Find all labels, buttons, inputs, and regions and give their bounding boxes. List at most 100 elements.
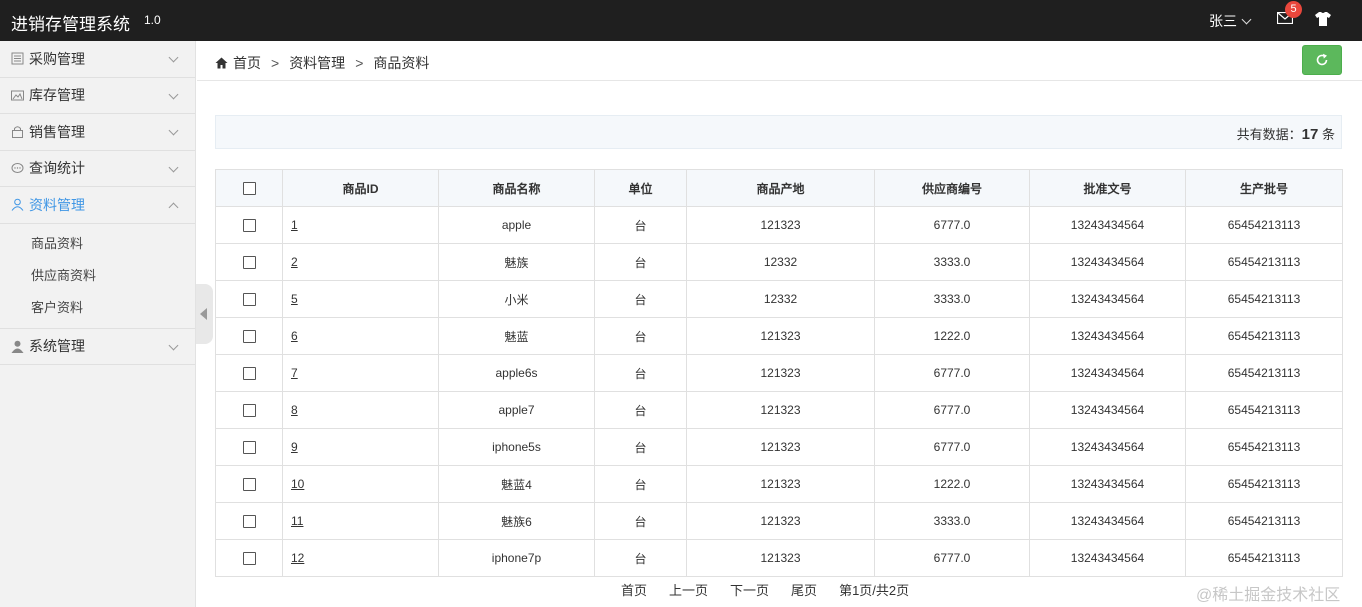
- breadcrumb-separator: >: [355, 55, 364, 71]
- table-cell: 9: [282, 428, 439, 466]
- table-cell: 65454213113: [1185, 317, 1343, 355]
- sidebar-item-system[interactable]: 系统管理: [0, 329, 195, 365]
- refresh-button[interactable]: [1302, 45, 1342, 75]
- sidebar-item-query[interactable]: 查询统计: [0, 151, 195, 187]
- column-header: 商品名称: [438, 169, 595, 207]
- table-cell: 台: [594, 354, 687, 392]
- row-checkbox[interactable]: [242, 478, 256, 492]
- row-select-cell: [215, 391, 283, 429]
- goods-id-link[interactable]: 7: [291, 366, 298, 380]
- summary-count: 17: [1301, 126, 1319, 143]
- table-row: 8 apple7 台 121323 6777.0 13243434564 654542131…: [215, 391, 1343, 429]
- sidebar-subitem-goods[interactable]: 商品资料: [0, 228, 195, 260]
- table-cell: 6777.0: [874, 206, 1030, 244]
- table-row: 9 iphone5s 台 121323 6777.0 13243434564 6545421…: [215, 428, 1343, 466]
- table-cell: apple: [438, 206, 595, 244]
- goods-id-link[interactable]: 2: [291, 255, 298, 269]
- caret-left-icon: [200, 308, 207, 320]
- table-cell: 台: [594, 243, 687, 281]
- table-header-row: 商品ID 商品名称 单位 商品产地 供应商编号 批准文号 生产批号: [215, 169, 1343, 207]
- table-cell: 1222.0: [874, 317, 1030, 355]
- row-checkbox[interactable]: [242, 256, 256, 270]
- sidebar-item-data[interactable]: 资料管理: [0, 187, 195, 224]
- goods-id-link[interactable]: 6: [291, 329, 298, 343]
- table-cell: 65454213113: [1185, 539, 1343, 577]
- goods-id-link[interactable]: 12: [291, 551, 304, 565]
- column-header: 商品产地: [686, 169, 875, 207]
- goods-id-link[interactable]: 8: [291, 403, 298, 417]
- sidebar-item-purchase[interactable]: 采购管理: [0, 41, 195, 78]
- row-checkbox[interactable]: [242, 441, 256, 455]
- row-checkbox[interactable]: [242, 219, 256, 233]
- row-checkbox[interactable]: [242, 330, 256, 344]
- sidebar: 采购管理 库存管理 销售管理 查询统计 资料管理 商品资料 供应商资料 客户资料…: [0, 41, 196, 607]
- table-cell: 台: [594, 539, 687, 577]
- goods-id-link[interactable]: 5: [291, 292, 298, 306]
- pager-prev[interactable]: 上一页: [669, 580, 708, 599]
- sidebar-subnav: 商品资料 供应商资料 客户资料: [0, 223, 195, 329]
- mail-count-badge: 5: [1285, 1, 1302, 18]
- breadcrumb-separator: >: [271, 55, 280, 71]
- row-checkbox[interactable]: [242, 552, 256, 566]
- table-cell: 7: [282, 354, 439, 392]
- pager-next[interactable]: 下一页: [730, 580, 769, 599]
- chat-icon: [11, 162, 24, 173]
- table-cell: 1: [282, 206, 439, 244]
- table-cell: 3333.0: [874, 243, 1030, 281]
- table-cell: iphone5s: [438, 428, 595, 466]
- row-checkbox[interactable]: [242, 515, 256, 529]
- sidebar-subitem-supplier[interactable]: 供应商资料: [0, 260, 195, 292]
- sidebar-collapse-toggle[interactable]: [196, 284, 213, 344]
- pager-first[interactable]: 首页: [621, 580, 647, 599]
- breadcrumb-current: 商品资料: [373, 55, 430, 71]
- goods-id-link[interactable]: 9: [291, 440, 298, 454]
- row-checkbox[interactable]: [242, 367, 256, 381]
- user-menu[interactable]: 张三: [1209, 11, 1252, 31]
- row-select-cell: [215, 428, 283, 466]
- table-cell: 台: [594, 502, 687, 540]
- table-cell: apple7: [438, 391, 595, 429]
- breadcrumb-data-management[interactable]: 资料管理: [289, 53, 345, 73]
- table-cell: 13243434564: [1029, 539, 1186, 577]
- image-icon: [11, 90, 24, 101]
- goods-id-link[interactable]: 10: [291, 477, 304, 491]
- table-cell: 台: [594, 428, 687, 466]
- table-cell: 121323: [686, 502, 875, 540]
- table-cell: 65454213113: [1185, 354, 1343, 392]
- theme-shirt-icon[interactable]: [1314, 11, 1332, 27]
- sidebar-item-sales[interactable]: 销售管理: [0, 114, 195, 151]
- row-checkbox[interactable]: [242, 293, 256, 307]
- pager-last[interactable]: 尾页: [791, 580, 817, 599]
- select-all-cell: [215, 169, 283, 207]
- table-row: 11 魅族6 台 121323 3333.0 13243434564 65454213113: [215, 502, 1343, 540]
- row-select-cell: [215, 465, 283, 503]
- table-row: 10 魅蓝4 台 121323 1222.0 13243434564 65454213113: [215, 465, 1343, 503]
- table-cell: 13243434564: [1029, 465, 1186, 503]
- table-cell: 台: [594, 317, 687, 355]
- user-name: 张三: [1209, 13, 1237, 29]
- column-header: 生产批号: [1185, 169, 1343, 207]
- row-checkbox[interactable]: [242, 404, 256, 418]
- table-cell: 121323: [686, 391, 875, 429]
- table-cell: 65454213113: [1185, 428, 1343, 466]
- breadcrumb-home[interactable]: 首页: [233, 53, 261, 73]
- table-cell: 台: [594, 206, 687, 244]
- summary-suffix: 条: [1321, 127, 1335, 142]
- watermark: @稀土掘金技术社区: [1196, 587, 1341, 604]
- row-select-cell: [215, 243, 283, 281]
- row-select-cell: [215, 354, 283, 392]
- table-cell: 13243434564: [1029, 206, 1186, 244]
- select-all-checkbox[interactable]: [242, 182, 256, 196]
- goods-id-link[interactable]: 11: [291, 514, 303, 528]
- table-row: 5 小米台 12332 3333.0 13243434564 65454213113: [215, 280, 1343, 318]
- table-cell: iphone7p: [438, 539, 595, 577]
- table-cell: 10: [282, 465, 439, 503]
- sidebar-item-inventory[interactable]: 库存管理: [0, 78, 195, 114]
- chevron-down-icon: [1241, 14, 1252, 24]
- sidebar-subitem-customer[interactable]: 客户资料: [0, 292, 195, 324]
- lock-icon: [12, 126, 23, 139]
- row-select-cell: [215, 539, 283, 577]
- table-cell: 121323: [686, 465, 875, 503]
- goods-id-link[interactable]: 1: [291, 218, 298, 232]
- table-cell: 65454213113: [1185, 206, 1343, 244]
